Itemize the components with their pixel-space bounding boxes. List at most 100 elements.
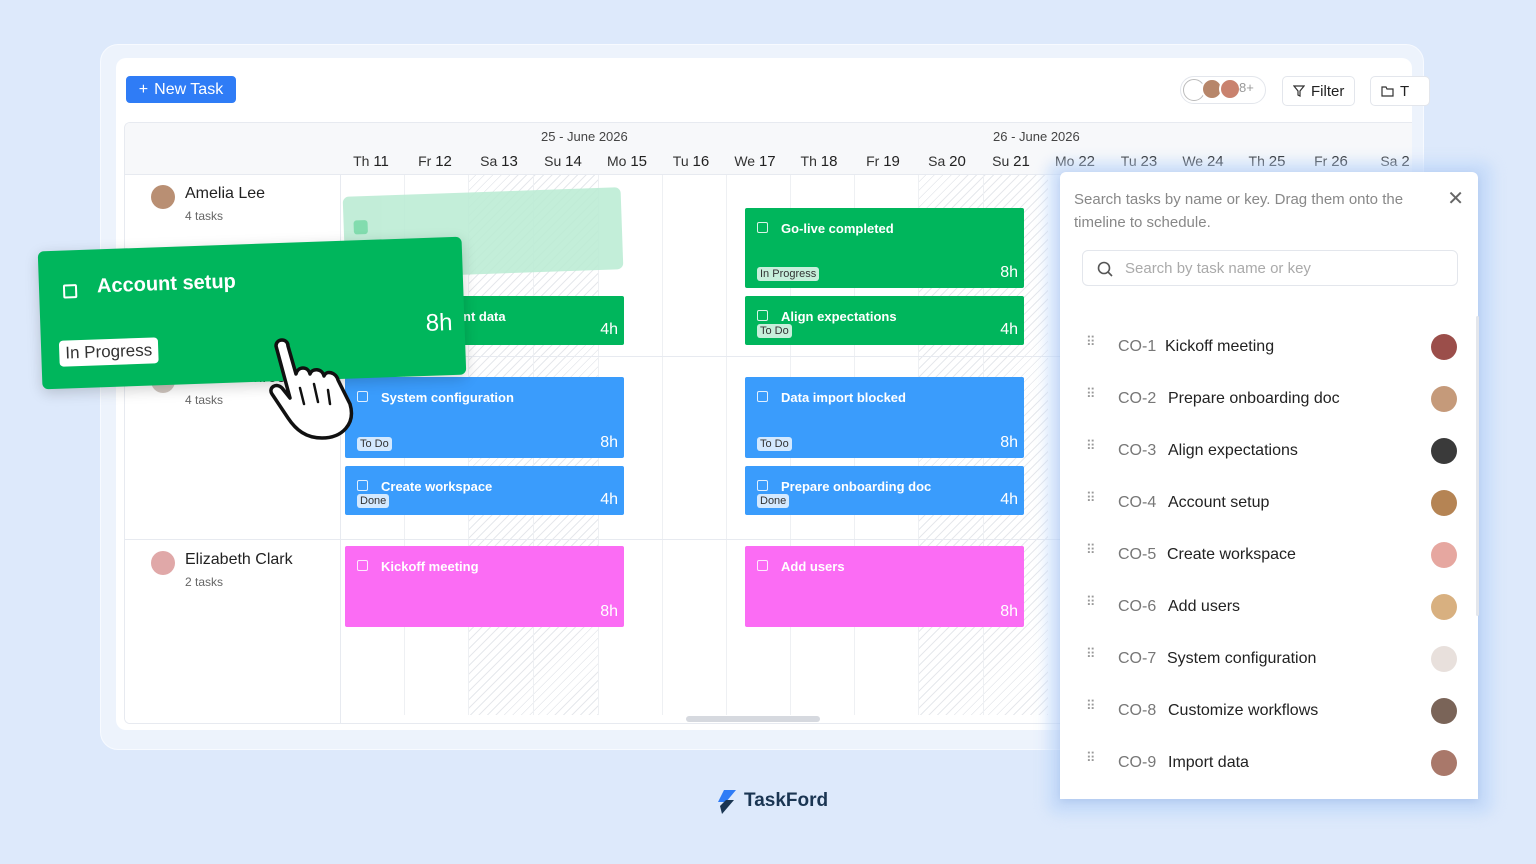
avatar xyxy=(1431,594,1457,620)
task-hours: 4h xyxy=(1000,321,1018,338)
weekday-label: Th xyxy=(353,153,370,169)
drag-handle-icon[interactable]: ⠿ xyxy=(1086,335,1096,348)
dragged-task-card[interactable]: Account setup In Progress 8h xyxy=(37,236,467,390)
day-number: 20 xyxy=(949,153,966,170)
month-label: 26 - June 2026 xyxy=(993,129,1080,144)
panel-scrollbar[interactable] xyxy=(1476,316,1479,616)
task-kickoff[interactable]: Kickoff meeting 8h xyxy=(345,546,624,627)
person-task-count: 4 tasks xyxy=(185,209,224,223)
search-icon xyxy=(1097,261,1113,277)
day-column-header: Th 11 xyxy=(339,153,403,170)
task-list-item[interactable]: ⠿ CO-7 System configuration xyxy=(1060,638,1478,690)
search-placeholder: Search by task name or key xyxy=(1125,260,1311,277)
close-icon[interactable]: ✕ xyxy=(1447,186,1464,211)
status-badge: To Do xyxy=(757,324,792,338)
task-title: Prepare onboarding doc xyxy=(781,479,932,494)
task-name: Add users xyxy=(1168,598,1241,615)
folder-label: T xyxy=(1400,82,1410,100)
task-key: CO-2 xyxy=(1118,390,1157,407)
avatar xyxy=(1431,438,1457,464)
drag-handle-icon[interactable]: ⠿ xyxy=(1086,699,1096,712)
person-task-count: 2 tasks xyxy=(185,575,224,589)
task-title: System configuration xyxy=(381,390,514,405)
task-name: Import data xyxy=(1168,754,1249,771)
search-input[interactable]: Search by task name or key xyxy=(1082,250,1458,286)
task-hours: 8h xyxy=(1000,603,1018,620)
task-key: CO-4 xyxy=(1118,494,1157,511)
task-list-item[interactable]: ⠿ CO-9 Import data xyxy=(1060,742,1478,794)
task-create-workspace[interactable]: Create workspace Done 4h xyxy=(345,466,624,515)
task-list-item[interactable]: ⠿ CO-2 Prepare onboarding doc xyxy=(1060,378,1478,430)
weekday-label: Su xyxy=(992,153,1010,169)
task-title: Add users xyxy=(781,559,845,574)
drag-handle-icon[interactable]: ⠿ xyxy=(1086,751,1096,764)
task-icon xyxy=(757,310,768,321)
drag-handle-icon[interactable]: ⠿ xyxy=(1086,491,1096,504)
weekday-label: Su xyxy=(544,153,562,169)
plus-icon: + xyxy=(138,80,149,98)
task-list-item[interactable]: ⠿ CO-4 Account setup xyxy=(1060,482,1478,534)
weekday-label: Fr xyxy=(418,153,432,169)
drag-handle-icon[interactable]: ⠿ xyxy=(1086,595,1096,608)
task-key: CO-9 xyxy=(1118,754,1157,771)
task-list-item[interactable]: ⠿ CO-5 Create workspace xyxy=(1060,534,1478,586)
checkbox-icon xyxy=(62,284,78,299)
task-hours: 8h xyxy=(1000,434,1018,451)
brand-logo: TaskFord xyxy=(714,788,828,814)
day-number: 18 xyxy=(820,153,838,170)
task-hours: 8h xyxy=(1000,264,1018,281)
person-row-elizabeth[interactable]: Elizabeth Clark 2 tasks xyxy=(151,551,293,589)
task-hours: 4h xyxy=(600,491,618,508)
task-prepare-onboarding[interactable]: Prepare onboarding doc Done 4h xyxy=(745,466,1024,515)
task-icon xyxy=(357,480,368,491)
new-task-button[interactable]: + New Task xyxy=(126,76,236,103)
weekday-label: Th xyxy=(800,153,817,169)
task-system-config[interactable]: System configuration To Do 8h xyxy=(345,377,624,458)
task-search-panel: Search tasks by name or key. Drag them o… xyxy=(1060,172,1478,799)
day-number: 15 xyxy=(630,153,648,170)
drag-handle-icon[interactable]: ⠿ xyxy=(1086,647,1096,660)
brand-name: TaskFord xyxy=(744,790,829,811)
task-add-users[interactable]: Add users 8h xyxy=(745,546,1024,627)
task-data-import-blocked[interactable]: Data import blocked To Do 8h xyxy=(745,377,1024,458)
task-list-item[interactable]: ⠿ CO-3 Align expectations xyxy=(1060,430,1478,482)
weekday-label: Fr xyxy=(866,153,880,169)
day-column-header: Su 14 xyxy=(531,153,595,170)
status-badge: Done xyxy=(757,494,790,508)
filter-button[interactable]: Filter xyxy=(1282,76,1356,106)
day-column-header: Tu 16 xyxy=(659,153,723,170)
day-number: 12 xyxy=(435,153,452,170)
folder-button[interactable]: T xyxy=(1370,76,1430,106)
task-name: Prepare onboarding doc xyxy=(1168,390,1340,407)
status-badge: In Progress xyxy=(58,337,159,367)
task-list-item[interactable]: ⠿ CO-8 Customize workflows xyxy=(1060,690,1478,742)
folder-icon xyxy=(1381,85,1394,97)
task-list-item[interactable]: ⠿ CO-1 Kickoff meeting xyxy=(1060,326,1478,378)
task-align[interactable]: Align expectations To Do 4h xyxy=(745,296,1024,345)
horizontal-scrollbar[interactable] xyxy=(686,716,820,722)
task-key: CO-8 xyxy=(1118,702,1157,719)
new-task-label: New Task xyxy=(154,80,224,98)
person-name: Elizabeth Clark xyxy=(185,551,293,568)
drag-handle-icon[interactable]: ⠿ xyxy=(1086,387,1096,400)
day-number: 19 xyxy=(883,153,900,170)
person-name: Amelia Lee xyxy=(185,185,266,202)
task-title: Account setup xyxy=(96,270,237,298)
avatar xyxy=(1431,750,1457,776)
task-go-live[interactable]: Go-live completed In Progress 8h xyxy=(745,208,1024,288)
task-title: Data import blocked xyxy=(781,390,906,405)
taskford-logo-icon xyxy=(718,790,736,814)
status-badge: Done xyxy=(357,494,390,508)
task-name: System configuration xyxy=(1167,650,1317,667)
task-name: Kickoff meeting xyxy=(1165,338,1275,355)
person-row-amelia[interactable]: Amelia Lee 4 tasks xyxy=(151,185,265,223)
drag-handle-icon[interactable]: ⠿ xyxy=(1086,543,1096,556)
task-icon xyxy=(757,222,768,233)
day-number: 16 xyxy=(692,153,710,170)
filter-icon xyxy=(1293,85,1305,97)
task-list-item[interactable]: ⠿ CO-6 Add users xyxy=(1060,586,1478,638)
drag-handle-icon[interactable]: ⠿ xyxy=(1086,439,1096,452)
day-column-header: Sa 20 xyxy=(915,153,979,170)
task-title: Go-live completed xyxy=(781,221,894,236)
day-column-header: Th 18 xyxy=(787,153,851,170)
